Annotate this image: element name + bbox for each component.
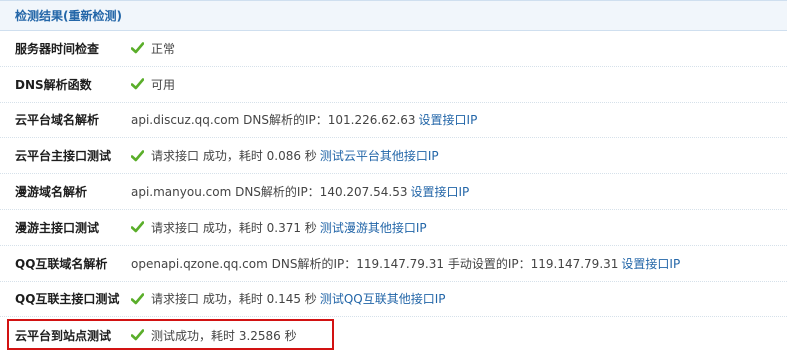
row-text: api.manyou.com DNS解析的IP：140.207.54.53 <box>131 185 408 200</box>
row-label: 漫游主接口测试 <box>15 220 100 235</box>
row-label: 云平台到站点测试 <box>15 328 112 343</box>
check-icon <box>131 221 144 233</box>
row-label: 云平台主接口测试 <box>15 149 112 164</box>
row-label: QQ互联域名解析 <box>15 256 108 271</box>
row-label: 服务器时间检查 <box>15 41 100 56</box>
row-value: 测试成功，耗时 3.2586 秒 <box>131 327 297 344</box>
check-icon <box>131 329 144 341</box>
recheck-link[interactable]: 重新检测 <box>69 9 117 23</box>
test-cloud-ip-link[interactable]: 测试云平台其他接口IP <box>320 147 439 164</box>
diagnostics-panel: 检测结果(重新检测) 服务器时间检查 正常 DNS解析函数 可用 云平台域名解析… <box>0 0 787 353</box>
results-title: 检测结果(重新检测) <box>15 7 122 24</box>
row-text: api.discuz.qq.com DNS解析的IP：101.226.62.63 <box>131 113 416 128</box>
check-icon <box>131 78 144 90</box>
check-icon <box>131 149 144 162</box>
results-header: 检测结果(重新检测) <box>0 0 787 31</box>
row-value: 可用 <box>131 76 175 93</box>
row-value: 正常 <box>131 40 175 57</box>
row-cloud-to-site: 云平台到站点测试 测试成功，耗时 3.2586 秒 <box>0 317 787 353</box>
check-icon <box>131 42 144 54</box>
row-cloud-interface: 云平台主接口测试 请求接口 成功，耗时 0.086 秒 测试云平台其他接口IP <box>0 138 787 175</box>
row-label: 云平台域名解析 <box>15 113 100 128</box>
row-text: 请求接口 成功，耗时 0.086 秒 <box>151 149 317 164</box>
test-roaming-ip-link[interactable]: 测试漫游其他接口IP <box>320 219 427 236</box>
row-value: openapi.qzone.qq.com DNS解析的IP：119.147.79… <box>131 255 680 272</box>
row-label: 漫游域名解析 <box>15 185 88 200</box>
set-interface-ip-link[interactable]: 设置接口IP <box>621 255 680 272</box>
row-text: 请求接口 成功，耗时 0.145 秒 <box>151 292 317 307</box>
check-icon <box>131 293 144 305</box>
row-value: 请求接口 成功，耗时 0.086 秒 测试云平台其他接口IP <box>131 147 439 164</box>
row-value: api.discuz.qq.com DNS解析的IP：101.226.62.63… <box>131 111 477 128</box>
row-qq-interface: QQ互联主接口测试 请求接口 成功，耗时 0.145 秒 测试QQ互联其他接口I… <box>0 282 787 318</box>
row-server-time: 服务器时间检查 正常 <box>0 31 787 67</box>
row-label: QQ互联主接口测试 <box>15 292 120 307</box>
row-value: api.manyou.com DNS解析的IP：140.207.54.53 设置… <box>131 183 469 200</box>
row-value: 请求接口 成功，耗时 0.145 秒 测试QQ互联其他接口IP <box>131 290 445 307</box>
row-text: openapi.qzone.qq.com DNS解析的IP：119.147.79… <box>131 256 619 271</box>
row-text: 测试成功，耗时 3.2586 秒 <box>151 328 297 343</box>
row-text: 可用 <box>151 77 176 92</box>
row-text: 正常 <box>151 41 176 56</box>
row-qq-domain: QQ互联域名解析 openapi.qzone.qq.com DNS解析的IP：1… <box>0 246 787 282</box>
recheck-close-paren: ) <box>116 9 122 23</box>
results-title-text: 检测结果 <box>15 9 64 23</box>
row-roaming-domain: 漫游域名解析 api.manyou.com DNS解析的IP：140.207.5… <box>0 174 787 210</box>
row-text: 请求接口 成功，耗时 0.371 秒 <box>151 220 317 235</box>
test-qq-ip-link[interactable]: 测试QQ互联其他接口IP <box>320 290 446 307</box>
row-label: DNS解析函数 <box>15 77 92 92</box>
row-roaming-interface: 漫游主接口测试 请求接口 成功，耗时 0.371 秒 测试漫游其他接口IP <box>0 210 787 246</box>
set-interface-ip-link[interactable]: 设置接口IP <box>410 183 469 200</box>
row-dns-function: DNS解析函数 可用 <box>0 67 787 103</box>
set-interface-ip-link[interactable]: 设置接口IP <box>419 111 478 128</box>
row-cloud-domain: 云平台域名解析 api.discuz.qq.com DNS解析的IP：101.2… <box>0 103 787 139</box>
row-value: 请求接口 成功，耗时 0.371 秒 测试漫游其他接口IP <box>131 219 427 236</box>
